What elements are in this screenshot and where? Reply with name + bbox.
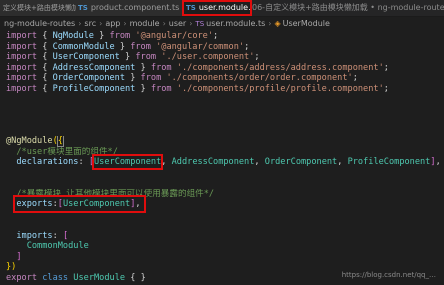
breadcrumb-item[interactable]: module (130, 19, 160, 28)
tab-lazy-loading-title: 06-自定义模块+路由模块懒加载 • ng-module-routes\... (252, 0, 444, 16)
typescript-icon: TS (195, 20, 205, 28)
code-line: import { OrderComponent } from './compon… (6, 73, 358, 83)
chevron-right-icon: › (99, 19, 103, 28)
tab-label: user.module.ts (198, 3, 251, 12)
breadcrumb-item[interactable]: app (105, 19, 120, 28)
class-symbol-icon: ◈ (274, 19, 281, 28)
code-line: import { UserComponent } from './user.co… (6, 52, 260, 62)
breadcrumb-item[interactable]: src (84, 19, 96, 28)
tab-module-routes[interactable]: 定义模块+路由模块懒加载 (0, 0, 80, 16)
breadcrumb: ng-module-routes › src › app › module › user › TS u… (0, 17, 444, 31)
code-line: CommonModule (26, 241, 89, 251)
annotation-box-exports-line (13, 195, 146, 213)
code-line: import { AddressComponent } from './comp… (6, 62, 389, 73)
code-line: import { CommonModule } from '@angular/c… (6, 41, 250, 52)
typescript-icon: TS (78, 4, 88, 12)
code-editor[interactable]: import { NgModule } from '@angular/core'… (0, 31, 444, 285)
chevron-right-icon: › (78, 19, 82, 28)
tab-user-module[interactable]: TSuser.module.ts× (182, 0, 252, 16)
code-line: /*user模块里面的组件*/ (16, 146, 118, 157)
breadcrumb-item[interactable]: ng-module-routes (4, 19, 75, 28)
annotation-box-declarations (92, 154, 164, 170)
code-line: ] (16, 251, 22, 262)
tab-label: 定义模块+路由模块懒加载 (3, 4, 80, 12)
typescript-icon: TS (186, 4, 196, 12)
code-line: @NgModule({ (6, 136, 64, 147)
code-line: import { ProfileComponent } from './comp… (6, 83, 389, 94)
tab-label: product.component.ts (90, 3, 180, 12)
breadcrumb-item[interactable]: user (169, 19, 186, 28)
chevron-right-icon: › (268, 19, 272, 28)
watermark: https://blog.csdn.net/qq_… (341, 271, 436, 279)
code-line: import { NgModule } from '@angular/core'… (6, 31, 219, 41)
breadcrumb-item[interactable]: UserModule (283, 19, 330, 28)
chevron-right-icon: › (123, 19, 127, 28)
code-line: imports: [ (16, 230, 69, 241)
code-line: declarations: [UserComponent, AddressCom… (16, 157, 441, 167)
chevron-right-icon: › (162, 19, 166, 28)
window-title: 06-自定义模块+路由模块懒加载 • ng-module-routes\... (252, 3, 444, 12)
chevron-right-icon: › (189, 19, 193, 28)
tab-product-component[interactable]: TS product.component.ts (76, 0, 183, 16)
editor-tab-bar: 定义模块+路由模块懒加载 TS product.component.ts TS us… (0, 0, 444, 17)
breadcrumb-item[interactable]: user.module.ts (206, 19, 265, 28)
